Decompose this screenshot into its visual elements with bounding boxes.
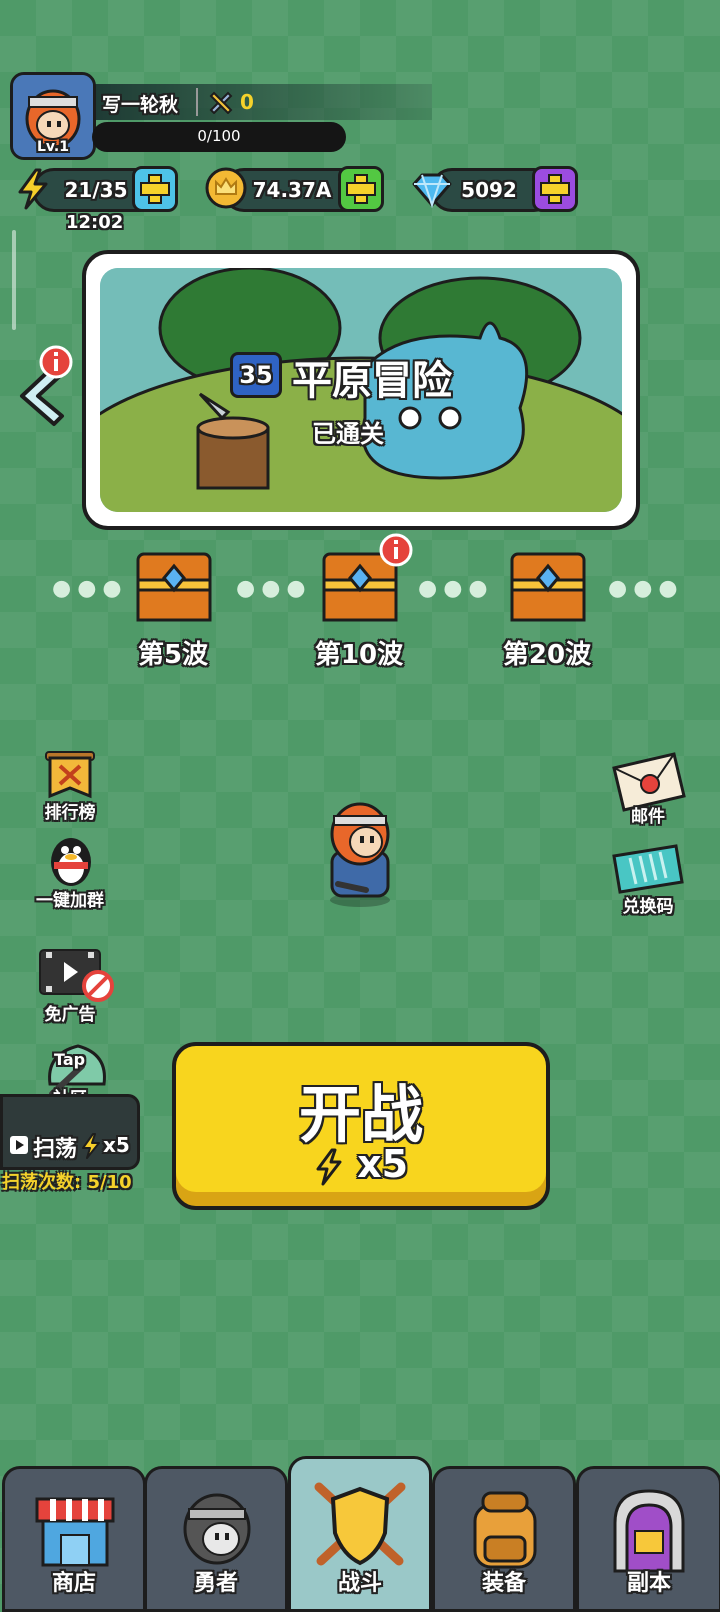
no-ads-label: 免广告 — [44, 1005, 96, 1025]
video-play-icon — [10, 1136, 28, 1154]
stage-title: 平原冒险 — [292, 358, 452, 404]
energy-value: 21/35 — [64, 178, 128, 202]
notice-badge-icon — [39, 345, 73, 379]
stage-status: 已通关 — [312, 420, 384, 448]
stage-card[interactable]: 35 平原冒险 已通关 — [82, 250, 640, 530]
qq-penguin-icon — [51, 838, 91, 886]
gold-value: 74.37A — [252, 178, 332, 202]
sweep-count: 5/10 — [87, 1172, 132, 1193]
wave-label: 第20波 — [502, 640, 592, 670]
tab-hero[interactable]: 勇者 — [144, 1466, 288, 1612]
player-level: Lv.1 — [37, 139, 69, 155]
gold-coin-icon — [205, 167, 247, 209]
gem-value: 5092 — [461, 178, 517, 202]
notice-badge-icon — [379, 533, 413, 567]
stage-number: 35 — [239, 361, 273, 389]
wave-label: 第5波 — [137, 640, 209, 670]
trophy-icon — [209, 91, 233, 114]
sweep-button[interactable]: 扫荡 x5 — [0, 1094, 140, 1170]
mail-button[interactable]: 邮件 — [600, 752, 696, 827]
video-ad-icon — [39, 949, 114, 1002]
energy-icon — [18, 168, 48, 210]
hero-character-icon — [330, 802, 390, 907]
redeem-label: 兑换码 — [622, 897, 674, 917]
divider — [196, 88, 198, 116]
player-avatar[interactable]: Lv.1 — [10, 72, 96, 160]
leaderboard-banner-icon — [45, 751, 95, 799]
redeem-button[interactable]: 兑换码 — [600, 844, 696, 917]
tab-label: 装备 — [481, 1571, 526, 1596]
trophy-count: 0 — [240, 90, 254, 114]
wave-label: 第10波 — [314, 640, 404, 670]
sweep-count-row: 扫荡次数: 5/10 — [2, 1168, 132, 1194]
start-cost: x5 — [357, 1142, 409, 1186]
no-ads-button[interactable]: 免广告 — [22, 946, 118, 1025]
sweep-count-label: 扫荡次数: — [2, 1172, 82, 1193]
mail-label: 邮件 — [631, 807, 665, 827]
rank-label: 排行榜 — [44, 803, 96, 823]
scroll-indicator — [12, 230, 16, 330]
exp-text: 0/100 — [197, 127, 241, 145]
rank-button[interactable]: 排行榜 — [22, 748, 118, 823]
tab-label: 战斗 — [337, 1571, 382, 1596]
hero-silhouette-icon — [183, 1493, 251, 1565]
treasure-chest-icon — [136, 552, 212, 622]
start-label: 开战 — [298, 1078, 423, 1151]
tap-logo: Tap — [54, 1050, 86, 1069]
tab-shop[interactable]: 商店 — [2, 1466, 146, 1612]
gem-add-button[interactable] — [532, 166, 578, 212]
wave-chest-10[interactable]: 第10波 — [294, 533, 424, 674]
wave-chest-20[interactable]: 第20波 — [482, 544, 612, 674]
start-battle-button[interactable]: 开战 x5 — [172, 1042, 550, 1210]
tab-label: 副本 — [626, 1571, 671, 1596]
tab-dungeon[interactable]: 副本 — [576, 1466, 720, 1612]
energy-add-button[interactable] — [132, 166, 178, 212]
shop-icon — [35, 1497, 115, 1567]
stage-number-badge: 35 — [230, 352, 282, 398]
wave-chest-5[interactable]: 第5波 — [108, 544, 238, 674]
ticket-icon — [612, 844, 684, 894]
energy-icon — [316, 1148, 342, 1185]
energy-timer: 12:02 — [66, 212, 124, 233]
dungeon-gate-icon — [613, 1489, 685, 1573]
battle-shield-icon — [314, 1482, 406, 1566]
sweep-cost: x5 — [103, 1133, 130, 1157]
qq-group-label: 一键加群 — [36, 891, 104, 911]
energy-icon — [82, 1133, 100, 1159]
tab-battle[interactable]: 战斗 — [288, 1456, 432, 1612]
gold-add-button[interactable] — [338, 166, 384, 212]
tab-label: 商店 — [51, 1571, 96, 1596]
backpack-icon — [473, 1491, 537, 1569]
diamond-icon — [412, 173, 452, 208]
start-cost-row: x5 — [176, 1142, 546, 1186]
exp-bar: 0/100 — [92, 122, 346, 152]
progress-dots: ●●● — [608, 576, 684, 601]
player-name: 写一轮秋 — [102, 94, 179, 116]
tab-equipment[interactable]: 装备 — [432, 1466, 576, 1612]
treasure-chest-icon — [510, 552, 586, 622]
sweep-label: 扫荡 — [33, 1137, 78, 1162]
qq-group-button[interactable]: 一键加群 — [22, 832, 118, 911]
tab-label: 勇者 — [193, 1571, 238, 1596]
